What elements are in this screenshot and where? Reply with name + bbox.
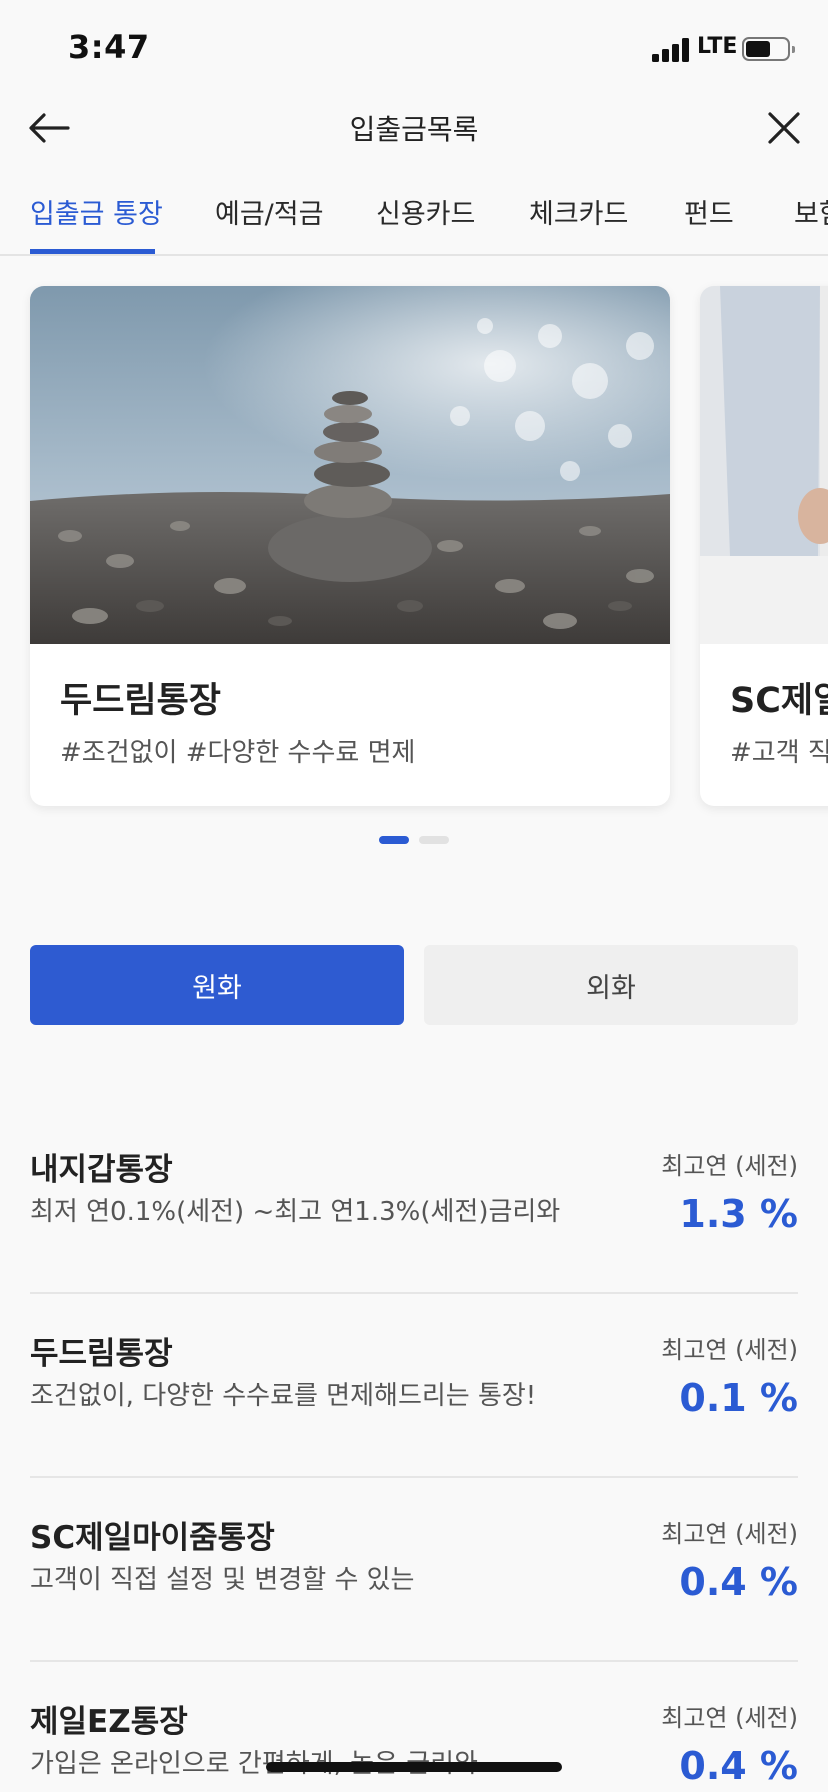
product-name: 두드림통장	[30, 1336, 173, 1372]
tab-indicator	[30, 249, 155, 254]
close-icon	[768, 112, 800, 144]
tab-check-card[interactable]: 체크카드	[529, 192, 628, 231]
product-description: 고객이 직접 설정 및 변경할 수 있는	[30, 1565, 415, 1595]
rate-label: 최고연 (세전)	[661, 1520, 798, 1548]
product-description: 최저 연0.1%(세전) ~최고 연1.3%(세전)금리와	[30, 1197, 561, 1227]
home-indicator[interactable]	[266, 1762, 562, 1772]
category-tabs: 입출금 통장 예금/적금 신용카드 체크카드 펀드 보험	[0, 176, 828, 256]
page-title: 입출금목록	[349, 113, 479, 146]
rate-label: 최고연 (세전)	[661, 1336, 798, 1364]
list-item[interactable]: 제일EZ통장 가입은 온라인으로 간편하게, 높은 금리와 최고연 (세전) 0…	[30, 1662, 798, 1792]
product-description: 조건없이, 다양한 수수료를 면제해드리는 통장!	[30, 1381, 537, 1411]
card-title: 두드림통장	[60, 681, 222, 721]
page-dot[interactable]	[419, 836, 449, 844]
tab-insurance[interactable]: 보험	[794, 192, 828, 231]
tab-credit-card[interactable]: 신용카드	[376, 192, 475, 231]
list-item[interactable]: 두드림통장 조건없이, 다양한 수수료를 면제해드리는 통장! 최고연 (세전)…	[30, 1294, 798, 1478]
page-dot-active[interactable]	[379, 836, 409, 844]
tab-deposit-withdrawal[interactable]: 입출금 통장	[30, 192, 163, 231]
tab-savings[interactable]: 예금/적금	[215, 192, 323, 231]
close-button[interactable]	[760, 104, 808, 152]
interest-rate: 1.3 %	[679, 1192, 798, 1236]
rate-label: 최고연 (세전)	[661, 1152, 798, 1180]
product-name: SC제일마이줌통장	[30, 1520, 275, 1556]
header: 입출금목록	[0, 90, 828, 166]
card-title: SC제일	[730, 681, 828, 721]
card-tags: #고객 직	[730, 738, 828, 768]
rate-label: 최고연 (세전)	[661, 1704, 798, 1732]
list-item[interactable]: 내지갑통장 최저 연0.1%(세전) ~최고 연1.3%(세전)금리와 최고연 …	[30, 1110, 798, 1294]
list-item[interactable]: SC제일마이줌통장 고객이 직접 설정 및 변경할 수 있는 최고연 (세전) …	[30, 1478, 798, 1662]
signal-icon	[652, 38, 690, 62]
product-name: 내지갑통장	[30, 1152, 173, 1188]
carousel-card[interactable]: 두드림통장 #조건없이 #다양한 수수료 면제	[30, 286, 670, 806]
battery-icon	[742, 37, 795, 61]
stacked-stones-photo	[30, 286, 670, 644]
carousel-card[interactable]: SC제일 #고객 직	[700, 286, 828, 806]
page: 3:47 LTE 입출금목록 입출금 통장 예금/적금 신용카드 체크카드 펀드…	[0, 0, 828, 1792]
tab-fund[interactable]: 펀드	[684, 192, 734, 231]
product-name: 제일EZ통장	[30, 1704, 188, 1740]
krw-button[interactable]: 원화	[30, 945, 404, 1025]
network-type: LTE	[697, 34, 738, 59]
foreign-currency-button[interactable]: 외화	[424, 945, 798, 1025]
interest-rate: 0.4 %	[679, 1744, 798, 1788]
product-list: 내지갑통장 최저 연0.1%(세전) ~최고 연1.3%(세전)금리와 최고연 …	[30, 1110, 798, 1792]
card-tags: #조건없이 #다양한 수수료 면제	[60, 738, 416, 768]
person-photo	[700, 286, 828, 644]
status-time: 3:47	[68, 28, 150, 66]
status-bar: 3:47 LTE	[0, 0, 828, 100]
interest-rate: 0.4 %	[679, 1560, 798, 1604]
interest-rate: 0.1 %	[679, 1376, 798, 1420]
